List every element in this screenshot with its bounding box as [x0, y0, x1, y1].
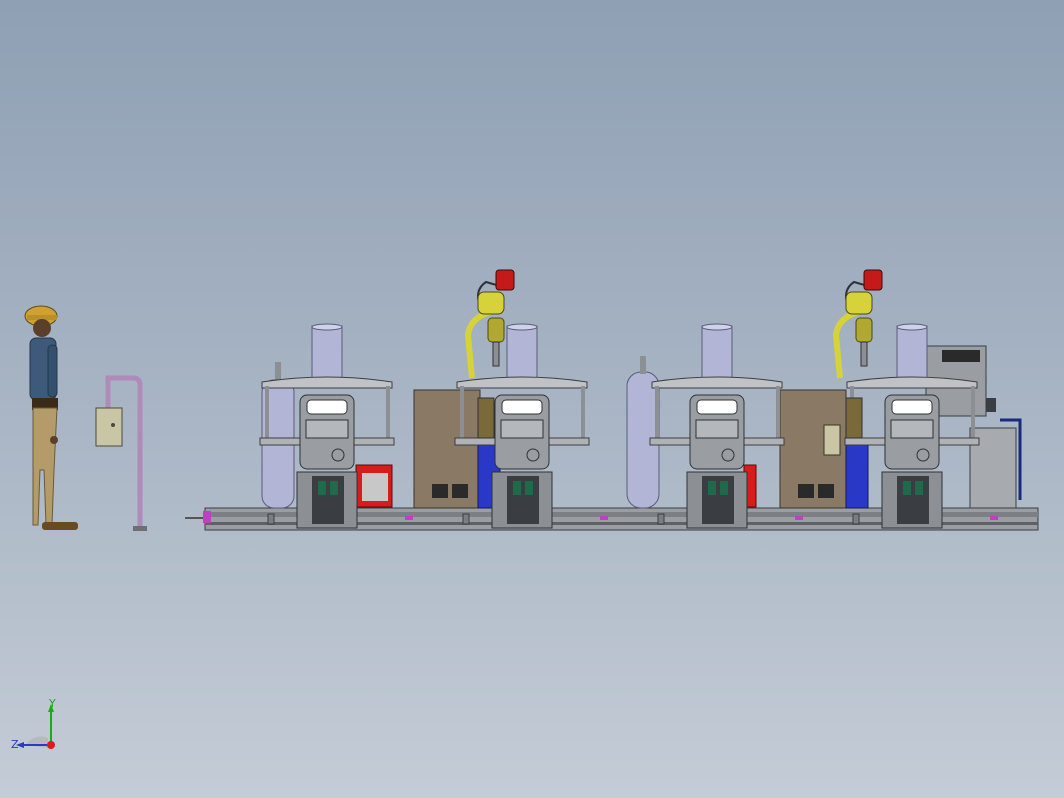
- z-axis-label: Z: [11, 738, 19, 751]
- controller-cabinet-1: [413, 389, 481, 509]
- cad-viewport[interactable]: Y Z: [0, 0, 1064, 798]
- y-axis-label: Y: [48, 698, 56, 710]
- x-axis-dot: [47, 741, 55, 749]
- assembly-model-view[interactable]: [0, 0, 1064, 798]
- gas-cylinder-middle: [626, 356, 660, 509]
- red-tool-box-1: [355, 464, 393, 508]
- human-scale-figure: [24, 305, 78, 530]
- coordinate-triad: Y Z: [11, 698, 56, 751]
- control-pendant-stand: [95, 375, 147, 531]
- triad-plane-icon: [26, 736, 48, 748]
- robot-pedestal-2: [845, 439, 869, 509]
- controller-cabinet-2: [779, 389, 847, 509]
